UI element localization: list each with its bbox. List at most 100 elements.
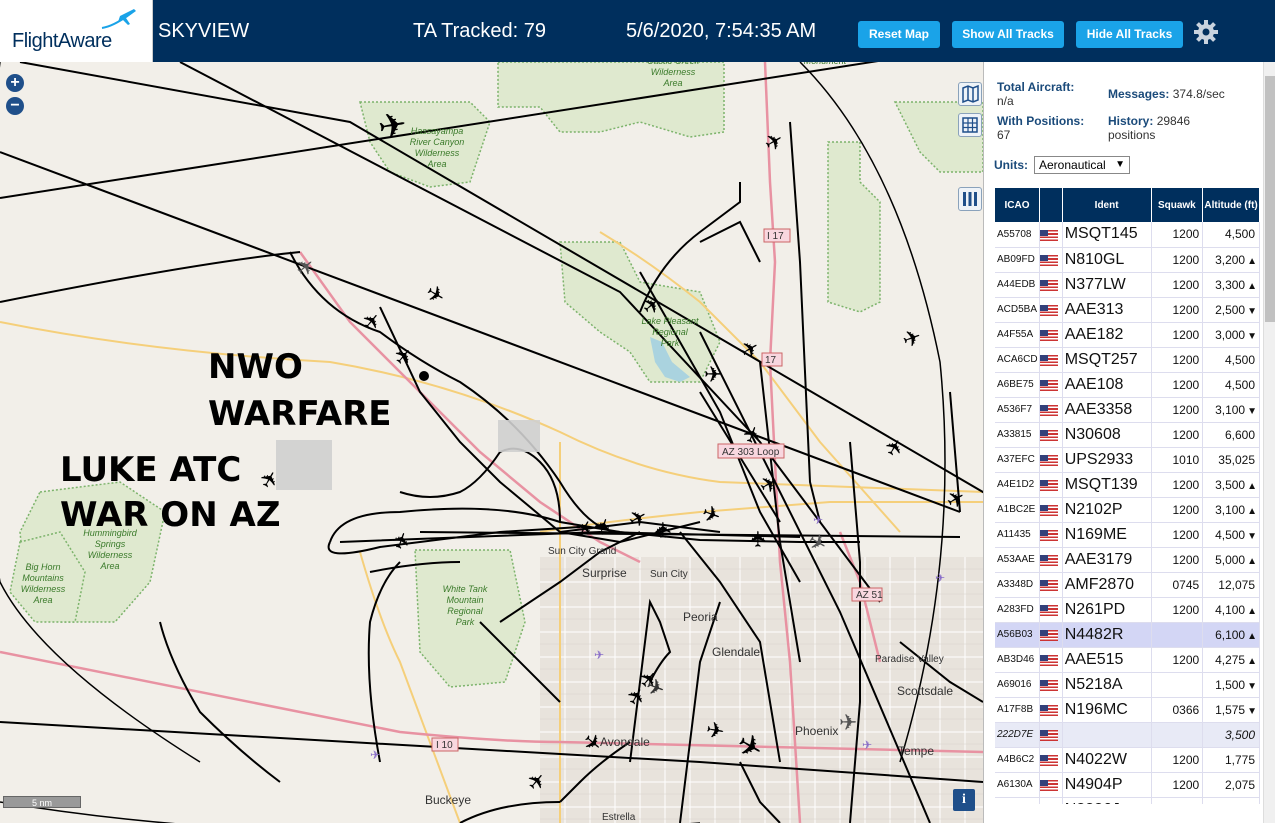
table-row[interactable]: A44EDB N377LW 1200 3,300 ▲ [995, 272, 1260, 298]
cell-icao: AB3D46 [995, 647, 1040, 673]
us-flag-icon [1039, 279, 1058, 291]
city-label-avondale: Avondale [600, 735, 650, 749]
zoom-out-button[interactable]: − [6, 97, 24, 115]
table-row[interactable]: A1BC2E N2102P 1200 3,100 ▲ [995, 497, 1260, 523]
current-datetime: 5/6/2020, 7:54:35 AM [626, 20, 817, 42]
cell-squawk: 1200 [1151, 297, 1204, 323]
table-row[interactable]: A4F55A AAE182 1200 3,000 ▼ [995, 322, 1260, 348]
cell-flag [1039, 322, 1063, 348]
flightaware-logo[interactable]: FlightAware [0, 0, 153, 62]
park-label-monument: Monument [804, 62, 847, 66]
table-row[interactable]: A4E1D2 MSQT139 1200 3,500 ▲ [995, 472, 1260, 498]
table-row[interactable]: A4B6C2 N4022W 1200 1,775 [995, 747, 1260, 773]
table-row[interactable]: A6130A N4904P 1200 2,075 [995, 772, 1260, 798]
table-row[interactable]: A33815 N30608 1200 6,600 [995, 422, 1260, 448]
with-positions-stat: With Positions: 67 [997, 114, 1084, 142]
table-row[interactable]: A3348D AMF2870 0745 12,075 [995, 572, 1260, 598]
altitude-value: 1,575 [1215, 702, 1246, 717]
city-label-tempe: Tempe [898, 744, 934, 758]
grid-toggle-button[interactable] [958, 113, 982, 137]
cell-flag [1039, 297, 1063, 323]
cell-altitude: 4,500 [1202, 347, 1260, 373]
table-row[interactable]: A69016 N5218A 1,500 ▼ [995, 672, 1260, 698]
cell-ident: N2226J [1062, 797, 1152, 804]
cell-squawk: 1200 [1151, 472, 1204, 498]
table-row[interactable]: AB3D46 AAE515 1200 4,275 ▲ [995, 647, 1260, 673]
us-flag-icon [1039, 529, 1058, 541]
us-flag-icon [1039, 429, 1058, 441]
table-row[interactable]: A17F8B N196MC 0366 1,575 ▼ [995, 697, 1260, 723]
table-row[interactable]: A3705 N2226J2615 10,600 [995, 797, 1260, 804]
zoom-in-button[interactable]: + [6, 74, 24, 92]
cell-flag [1039, 797, 1063, 804]
cell-altitude: 3,500 ▲ [1202, 472, 1260, 498]
map-canvas[interactable]: Surprise Sun City Sun City Grand Peoria … [0, 62, 983, 823]
table-row[interactable]: A6BE75 AAE108 1200 4,500 [995, 372, 1260, 398]
table-row[interactable]: A56B03 N4482R 6,100 ▲ [995, 622, 1260, 648]
cell-flag [1039, 747, 1063, 773]
units-select[interactable]: Aeronautical ▼ [1034, 156, 1130, 174]
table-row[interactable]: 222D7E 3,500 [995, 722, 1260, 748]
total-aircraft-label: Total Aircraft: [997, 80, 1075, 94]
us-flag-icon [1039, 579, 1058, 591]
sidebar-scrollbar[interactable] [1263, 62, 1275, 823]
altitude-value: 4,500 [1224, 352, 1255, 367]
altitude-trend-icon: ▲ [1247, 605, 1257, 617]
us-flag-icon [1039, 229, 1058, 241]
highway-label-i10: I 10 [436, 740, 453, 751]
table-row[interactable]: A283FD N261PD 1200 4,100 ▲ [995, 597, 1260, 623]
table-row[interactable]: A37EFC UPS2933 1010 35,025 [995, 447, 1260, 473]
table-row[interactable]: ACA6CD MSQT257 1200 4,500 [995, 347, 1260, 373]
cell-icao: 222D7E [995, 722, 1040, 748]
info-button[interactable]: i [953, 789, 975, 811]
cell-flag [1039, 497, 1063, 523]
cell-squawk: 1010 [1151, 447, 1204, 473]
table-row[interactable]: ACD5BA AAE313 1200 2,500 ▼ [995, 297, 1260, 323]
cell-flag [1039, 347, 1063, 373]
map-view[interactable]: Surprise Sun City Sun City Grand Peoria … [0, 62, 983, 823]
table-row[interactable]: A11435 N169ME 1200 4,500 ▼ [995, 522, 1260, 548]
app-title: SKYVIEW [158, 20, 250, 42]
column-header-altitude[interactable]: Altitude (ft) [1202, 188, 1260, 222]
cell-flag [1039, 672, 1063, 698]
cell-ident: N30608 [1062, 422, 1152, 448]
map-layers-button[interactable] [958, 82, 982, 106]
altitude-value: 4,500 [1224, 377, 1255, 392]
columns-icon [963, 192, 977, 206]
cell-icao: ACA6CD [995, 347, 1040, 373]
hide-all-tracks-button[interactable]: Hide All Tracks [1076, 21, 1183, 48]
altitude-value: 1,500 [1215, 677, 1246, 692]
column-header-icao[interactable]: ICAO [995, 188, 1040, 222]
table-row[interactable]: A53AAE AAE3179 1200 5,000 ▲ [995, 547, 1260, 573]
city-label-glendale: Glendale [712, 645, 760, 659]
cell-squawk: 1200 [1151, 497, 1204, 523]
reset-map-button[interactable]: Reset Map [858, 21, 940, 48]
cell-ident: N4482R [1062, 622, 1152, 648]
total-aircraft-value: n/a [997, 94, 1014, 108]
cell-altitude: 1,575 ▼ [1202, 697, 1260, 723]
scrollbar-thumb[interactable] [1265, 76, 1275, 322]
table-row[interactable]: A536F7 AAE3358 1200 3,100 ▼ [995, 397, 1260, 423]
column-header-flag[interactable] [1039, 188, 1063, 222]
gear-icon[interactable] [1193, 19, 1219, 45]
us-flag-icon [1039, 654, 1058, 666]
cell-ident: AAE3358 [1062, 397, 1152, 423]
us-flag-icon [1039, 729, 1058, 741]
us-flag-icon [1039, 304, 1058, 316]
aircraft-icon: ✈ [291, 253, 321, 284]
column-header-squawk[interactable]: Squawk [1151, 188, 1204, 222]
column-toggle-button[interactable] [958, 187, 982, 211]
table-row[interactable]: A55708 MSQT145 1200 4,500 [995, 222, 1260, 248]
table-row[interactable]: AB09FD N810GL 1200 3,200 ▲ [995, 247, 1260, 273]
altitude-trend-icon: ▲ [1247, 480, 1257, 492]
show-all-tracks-button[interactable]: Show All Tracks [952, 21, 1064, 48]
cell-altitude: 3,200 ▲ [1202, 247, 1260, 273]
column-header-ident[interactable]: Ident [1062, 188, 1152, 222]
city-label-peoria: Peoria [683, 610, 718, 624]
altitude-value: 4,100 [1215, 602, 1246, 617]
altitude-trend-icon: ▼ [1247, 330, 1257, 342]
total-aircraft-stat: Total Aircraft: n/a [997, 80, 1074, 108]
cell-squawk [1151, 722, 1204, 748]
us-flag-icon [1039, 779, 1058, 791]
altitude-value: 3,300 [1215, 277, 1246, 292]
